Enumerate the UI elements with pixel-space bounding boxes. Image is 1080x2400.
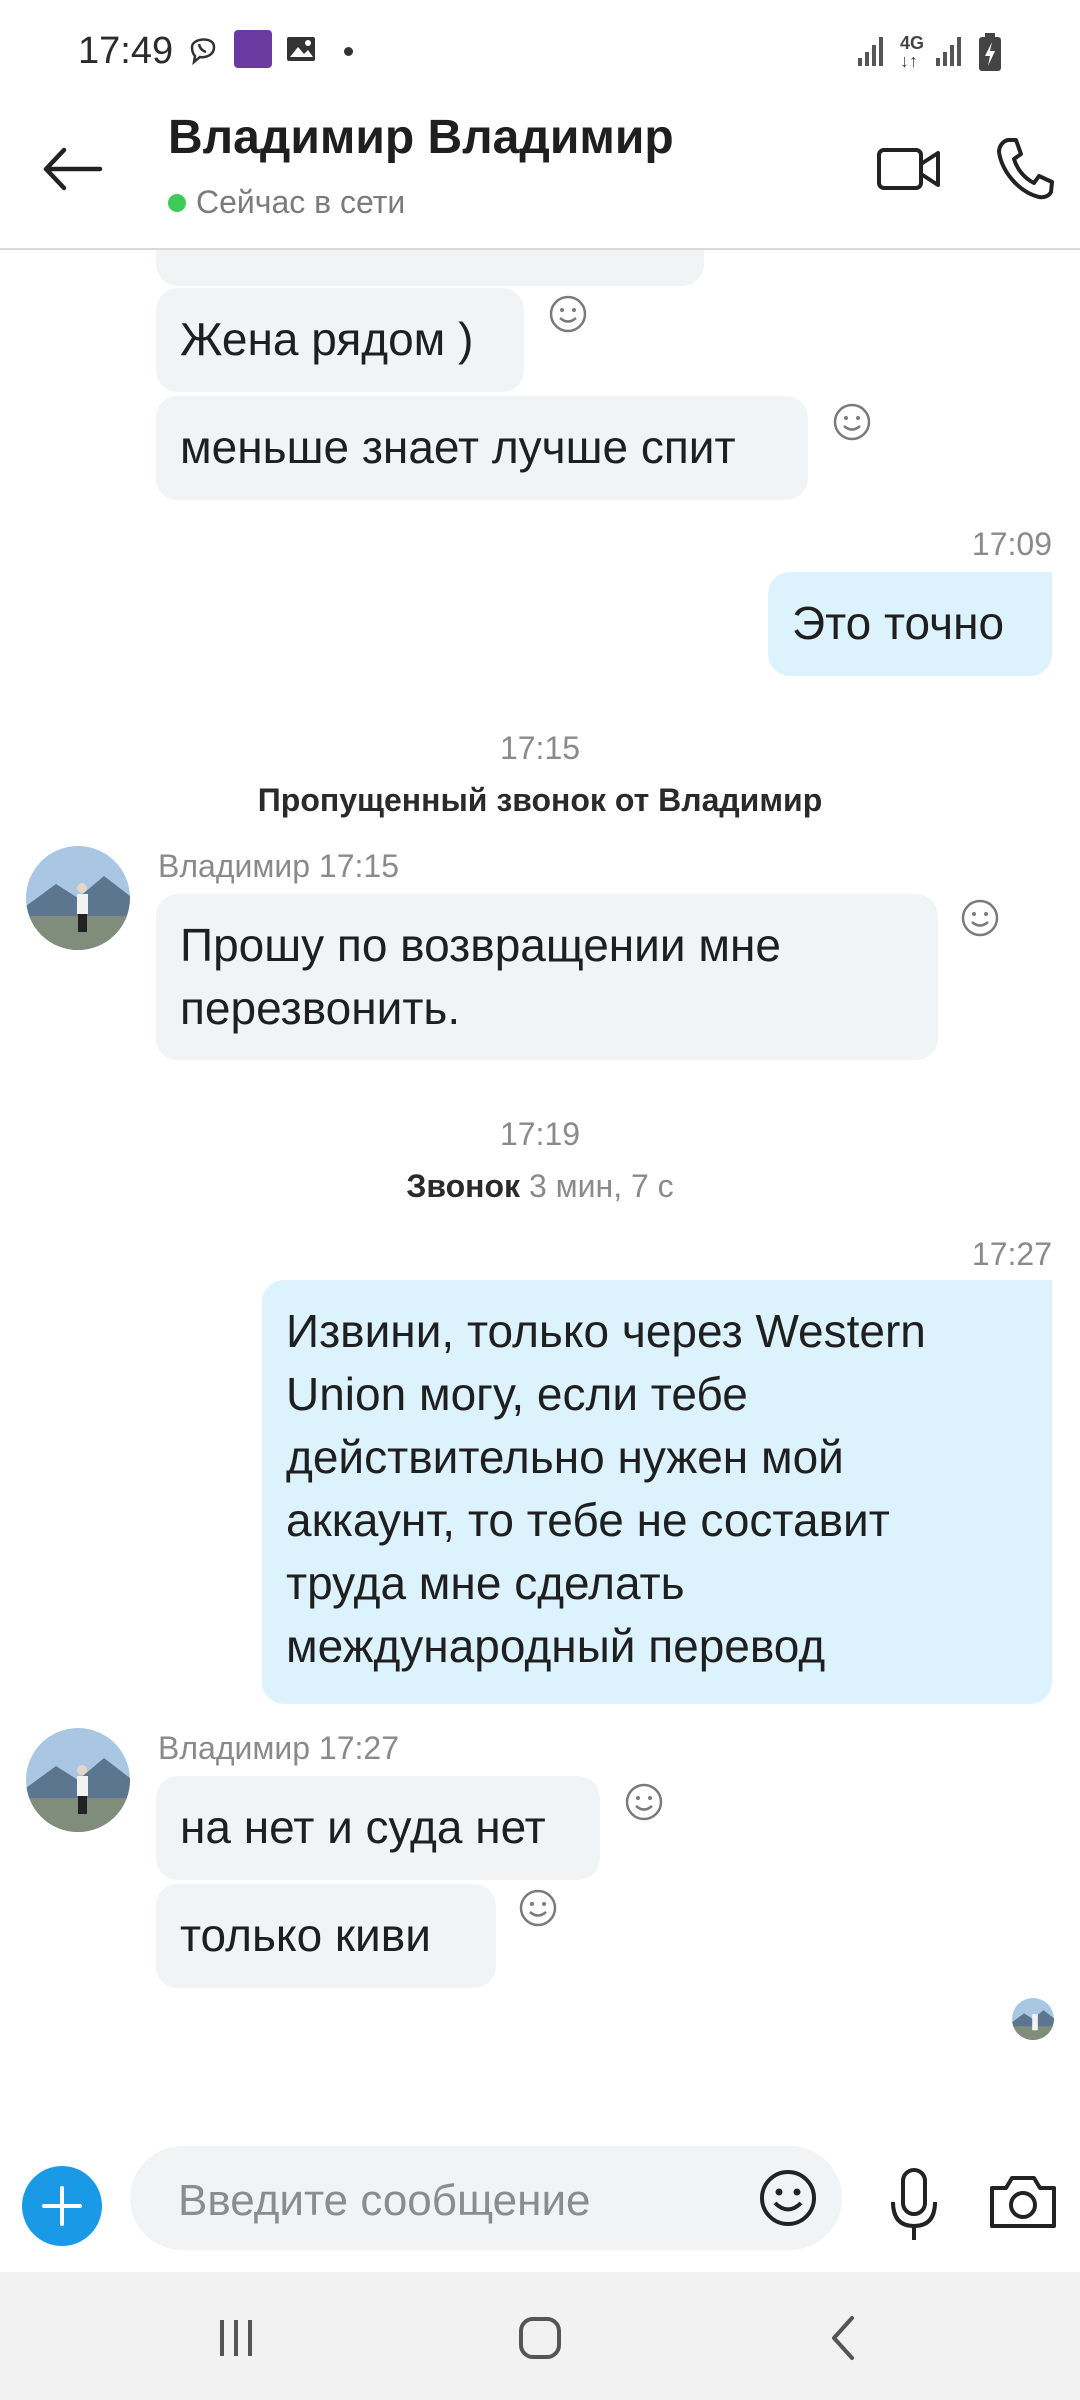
status-bar: 17:49 4G ↓↑ — [0, 0, 1080, 100]
system-navigation-bar — [0, 2272, 1080, 2400]
message-bubble[interactable]: только киви — [156, 1884, 496, 1988]
app-icon — [234, 30, 272, 68]
4g-icon: 4G ↓↑ — [900, 33, 925, 71]
microphone-icon[interactable] — [884, 2166, 944, 2246]
notification-dot-icon — [344, 47, 353, 56]
message-text-line: труда мне сделать — [286, 1557, 685, 1609]
message-text-line: действительно нужен мой — [286, 1431, 844, 1483]
add-content-button[interactable] — [22, 2166, 102, 2246]
message-text: на нет и суда нет — [180, 1801, 546, 1853]
presence-status: Сейчас в сети — [168, 184, 405, 221]
message-text-line: аккаунт, то тебе не составит — [286, 1494, 890, 1546]
message-timestamp: 17:09 — [971, 526, 1052, 562]
message-bubble-outgoing[interactable]: Это точно — [768, 572, 1052, 676]
reaction-smiley-icon[interactable] — [832, 402, 872, 442]
battery-icon — [979, 33, 1001, 71]
message-text-line: перезвонить. — [180, 982, 461, 1034]
read-receipt-avatar — [1012, 1998, 1054, 2040]
presence-text: Сейчас в сети — [196, 184, 406, 220]
event-time: 17:15 — [499, 730, 581, 766]
reaction-smiley-icon[interactable] — [518, 1888, 558, 1928]
message-bubble-cut[interactable] — [156, 250, 704, 286]
contact-name[interactable]: Владимир Владимир — [168, 110, 674, 165]
event-time: 17:19 — [499, 1116, 581, 1152]
message-text: Это точно — [792, 597, 1005, 649]
status-time: 17:49 — [78, 30, 174, 72]
home-icon[interactable] — [516, 2314, 564, 2362]
camera-icon[interactable] — [988, 2172, 1058, 2232]
plus-icon — [42, 2186, 82, 2226]
back-nav-icon[interactable] — [822, 2314, 866, 2362]
viber-icon — [190, 38, 216, 66]
phone-call-icon[interactable] — [994, 134, 1054, 202]
reaction-smiley-icon[interactable] — [960, 898, 1000, 938]
message-bubble-outgoing[interactable]: Извини, только через Western Union могу,… — [262, 1280, 1052, 1704]
avatar[interactable] — [26, 1728, 130, 1832]
call-note: Звонок 3 мин, 7 с — [0, 1168, 1080, 1205]
message-text-line: Union могу, если тебе — [286, 1368, 748, 1420]
message-composer: Введите сообщение — [0, 2120, 1080, 2270]
call-label: Звонок — [406, 1168, 521, 1204]
image-icon — [287, 37, 315, 61]
message-bubble[interactable]: Жена рядом ) — [156, 288, 524, 392]
message-text-line: международный перевод — [286, 1620, 826, 1672]
message-input-placeholder: Введите сообщение — [178, 2176, 591, 2225]
message-text-line: Прошу по возвращении мне — [180, 919, 781, 971]
sender-info: Владимир 17:27 — [158, 1730, 399, 1766]
message-text: меньше знает лучше спит — [180, 421, 736, 473]
message-text: Жена рядом ) — [180, 313, 474, 365]
signal-icon-2 — [936, 37, 961, 66]
call-duration: 3 мин, 7 с — [528, 1168, 674, 1204]
message-bubble[interactable]: меньше знает лучше спит — [156, 396, 808, 500]
message-text: только киви — [180, 1909, 431, 1961]
missed-call-note: Пропущенный звонок от Владимир — [257, 782, 823, 818]
message-input[interactable]: Введите сообщение — [130, 2146, 842, 2250]
back-arrow-icon[interactable] — [34, 136, 114, 202]
chat-header: Владимир Владимир Сейчас в сети — [0, 100, 1080, 250]
message-bubble[interactable]: на нет и суда нет — [156, 1776, 600, 1880]
message-timestamp: 17:27 — [971, 1236, 1052, 1272]
message-bubble[interactable]: Прошу по возвращении мне перезвонить. — [156, 894, 938, 1060]
signal-icon — [858, 37, 883, 66]
emoji-icon[interactable] — [758, 2168, 818, 2228]
reaction-smiley-icon[interactable] — [548, 294, 588, 334]
recent-apps-icon[interactable] — [214, 2316, 258, 2360]
online-dot-icon — [168, 193, 186, 212]
video-call-icon[interactable] — [876, 140, 942, 198]
reaction-smiley-icon[interactable] — [624, 1782, 664, 1822]
sender-info: Владимир 17:15 — [158, 848, 399, 884]
message-text-line: Извини, только через Western — [286, 1305, 926, 1357]
avatar[interactable] — [26, 846, 130, 950]
